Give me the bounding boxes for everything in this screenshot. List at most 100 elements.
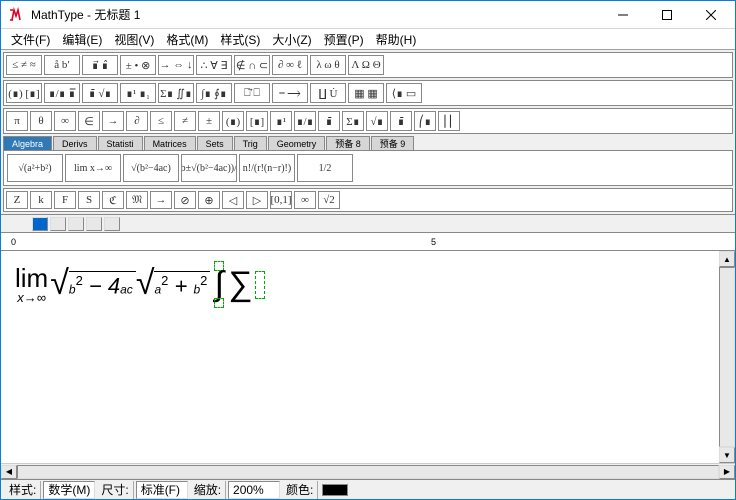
sym-arrow[interactable]: → — [102, 111, 124, 131]
palette-calc[interactable]: ∂ ∞ ℓ — [272, 55, 308, 75]
status-style-value[interactable]: 数学(M) — [43, 481, 95, 499]
btn-fraktur-c[interactable]: ℭ — [102, 191, 124, 209]
palette-fences[interactable]: (∎) [∎] — [6, 83, 42, 103]
scroll-right-button[interactable]: ▶ — [719, 465, 735, 479]
tmpl-discriminant[interactable]: √(b²−4ac) — [123, 154, 179, 182]
integral-lower-slot[interactable] — [214, 298, 224, 308]
menu-help[interactable]: 帮助(H) — [370, 29, 423, 50]
sqrt-discriminant[interactable]: √b2 − 4ac — [50, 271, 136, 297]
scroll-left-button[interactable]: ◀ — [1, 465, 17, 479]
tmpl-frac[interactable]: ∎/∎ — [294, 111, 316, 131]
tab-sets[interactable]: Sets — [197, 136, 233, 150]
tab-preset8[interactable]: 预备 8 — [326, 136, 370, 150]
tab-statistics[interactable]: Statisti — [98, 136, 143, 150]
sum-empty[interactable]: ∑ — [228, 271, 264, 299]
sum-body-slot[interactable] — [255, 271, 265, 299]
scroll-up-button[interactable]: ▲ — [719, 251, 735, 267]
btn-k[interactable]: k — [30, 191, 52, 209]
sym-infinity[interactable]: ∞ — [54, 111, 76, 131]
palette-sets[interactable]: ∉ ∩ ⊂ — [234, 55, 270, 75]
tab-matrices[interactable]: Matrices — [144, 136, 196, 150]
btn-interval[interactable]: [0,1] — [270, 191, 292, 209]
btn-sqrt2[interactable]: √2 — [318, 191, 340, 209]
tmpl-leftparen[interactable]: ⎛∎ — [414, 111, 436, 131]
tmpl-paren[interactable]: (∎) — [222, 111, 244, 131]
equation[interactable]: lim x→∞ √b2 − 4ac √a2 + b2 ∫ ∑ — [15, 261, 265, 308]
palette-radicals[interactable]: ∎̄ √∎ — [82, 83, 118, 103]
palette-scripts[interactable]: ∎¹ ∎₁ — [120, 83, 156, 103]
palette-integrals[interactable]: ∫∎ ∮∎ — [196, 83, 232, 103]
palette-labeled-arrows[interactable]: ⎯ ⟶ — [272, 83, 308, 103]
palette-products[interactable]: ∐ U̇ — [310, 83, 346, 103]
tmpl-leftbrace[interactable]: ⎜⎢ — [438, 111, 460, 131]
status-zoom-value[interactable]: 200% — [228, 481, 280, 499]
tmpl-binomial[interactable]: n!/(r!(n−r)!) — [239, 154, 295, 182]
menu-size[interactable]: 大小(Z) — [266, 29, 317, 50]
palette-boxes[interactable]: ⟨∎ ▭ — [386, 83, 422, 103]
palette-greek-lower[interactable]: λ ω θ — [310, 55, 346, 75]
maximize-button[interactable] — [645, 2, 689, 28]
tab-algebra[interactable]: Algebra — [3, 136, 52, 150]
tmpl-half[interactable]: 1/2 — [297, 154, 353, 182]
palette-sums[interactable]: Σ∎ ∬∎ — [158, 83, 194, 103]
palette-greek-upper[interactable]: Λ Ω Θ — [348, 55, 384, 75]
icon-slot-3[interactable] — [86, 217, 102, 231]
btn-fraktur-m[interactable]: 𝔐 — [126, 191, 148, 209]
tab-preset9[interactable]: 预备 9 — [371, 136, 415, 150]
tmpl-limit[interactable]: lim x→∞ — [65, 154, 121, 182]
palette-underover[interactable]: ⎕ ⃗⎕ — [234, 83, 270, 103]
btn-triangle-left[interactable]: ◁ — [222, 191, 244, 209]
palette-matrices[interactable]: ▦ ▦ — [348, 83, 384, 103]
menu-preset[interactable]: 预置(P) — [318, 29, 370, 50]
btn-oslash[interactable]: ⊘ — [174, 191, 196, 209]
btn-oplus[interactable]: ⊕ — [198, 191, 220, 209]
status-color-swatch[interactable] — [322, 484, 348, 496]
tmpl-super[interactable]: ∎¹ — [270, 111, 292, 131]
icon-slot-2[interactable] — [68, 217, 84, 231]
hscroll-track[interactable] — [17, 465, 719, 479]
palette-vectors[interactable]: ∎⃗ ∎̂ — [82, 55, 118, 75]
integral-empty[interactable]: ∫ — [214, 261, 224, 308]
menu-style[interactable]: 样式(S) — [214, 29, 266, 50]
icon-slot-1[interactable] — [50, 217, 66, 231]
palette-accents[interactable]: å b′ — [44, 55, 80, 75]
vscroll-track[interactable] — [719, 267, 735, 447]
palette-logic[interactable]: ∴ ∀ ∃ — [196, 55, 232, 75]
sym-pi[interactable]: π — [6, 111, 28, 131]
tmpl-quadratic[interactable]: (−b±√(b²−4ac))/2a — [181, 154, 237, 182]
vertical-scrollbar[interactable]: ▲ ▼ — [719, 251, 735, 463]
palette-arrows[interactable]: → ⇔ ↓ — [158, 55, 194, 75]
equation-canvas[interactable]: lim x→∞ √b2 − 4ac √a2 + b2 ∫ ∑ ▲ ▼ — [1, 251, 735, 463]
palette-operators[interactable]: ± • ⊗ — [120, 55, 156, 75]
tab-marker-icon[interactable] — [32, 217, 48, 231]
sym-neq[interactable]: ≠ — [174, 111, 196, 131]
sym-pm[interactable]: ± — [198, 111, 220, 131]
limit-expression[interactable]: lim x→∞ — [15, 265, 48, 304]
sym-elementof[interactable]: ∈ — [78, 111, 100, 131]
tmpl-overbar[interactable]: ∎̄ — [390, 111, 412, 131]
btn-infinity[interactable]: ∞ — [294, 191, 316, 209]
btn-f[interactable]: F — [54, 191, 76, 209]
icon-slot-4[interactable] — [104, 217, 120, 231]
sym-theta[interactable]: θ — [30, 111, 52, 131]
menu-edit[interactable]: 编辑(E) — [56, 29, 108, 50]
btn-arrow[interactable]: → — [150, 191, 172, 209]
palette-relations[interactable]: ≤ ≠ ≈ — [6, 55, 42, 75]
ruler[interactable]: 0 5 — [1, 233, 735, 251]
menu-format[interactable]: 格式(M) — [160, 29, 214, 50]
btn-triangle-right[interactable]: ▷ — [246, 191, 268, 209]
close-button[interactable] — [689, 2, 733, 28]
tmpl-bracket[interactable]: [∎] — [246, 111, 268, 131]
tmpl-sum[interactable]: Σ∎ — [342, 111, 364, 131]
tab-trig[interactable]: Trig — [234, 136, 267, 150]
btn-s[interactable]: S — [78, 191, 100, 209]
palette-fractions[interactable]: ∎/∎ ∎̅ — [44, 83, 80, 103]
menu-file[interactable]: 文件(F) — [5, 29, 56, 50]
horizontal-scrollbar[interactable]: ◀ ▶ — [1, 463, 735, 479]
tmpl-sqrt[interactable]: √∎ — [366, 111, 388, 131]
tmpl-pythagoras[interactable]: √(a²+b²) — [7, 154, 63, 182]
sym-partial[interactable]: ∂ — [126, 111, 148, 131]
tab-geometry[interactable]: Geometry — [268, 136, 326, 150]
sqrt-pythagoras[interactable]: √a2 + b2 — [136, 271, 211, 297]
tab-derivs[interactable]: Derivs — [53, 136, 97, 150]
